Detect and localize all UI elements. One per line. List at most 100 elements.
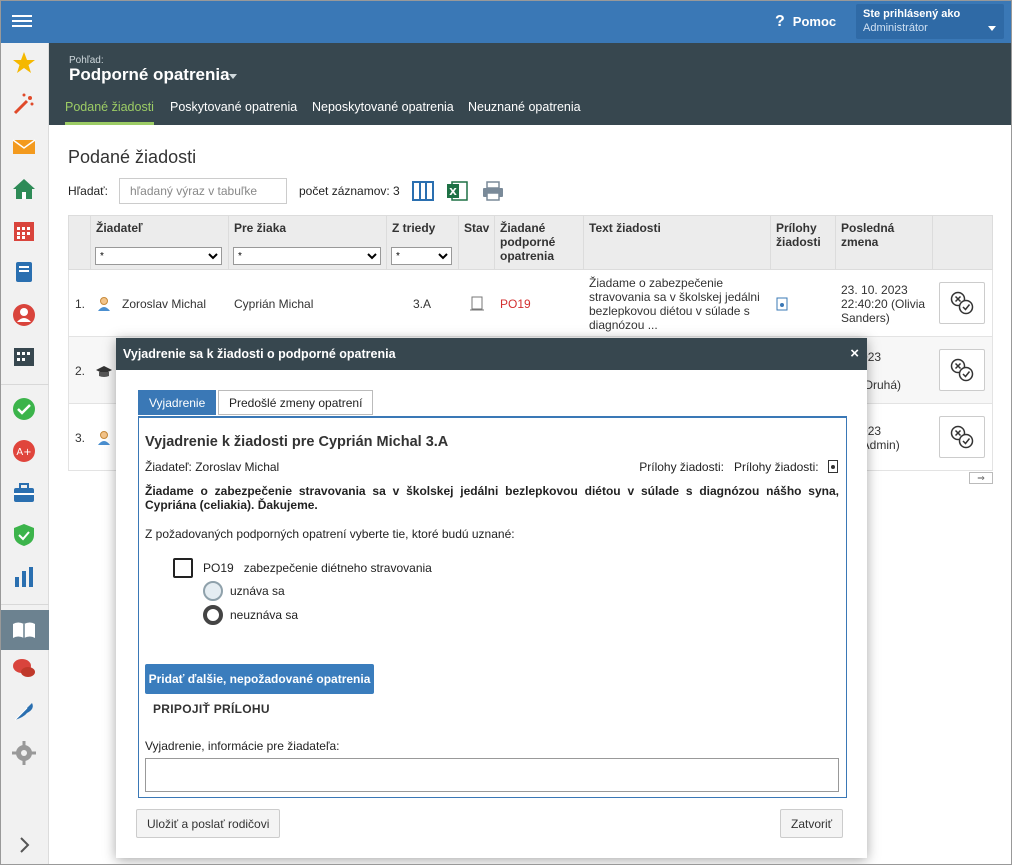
view-selector[interactable]: Podporné opatrenia	[69, 65, 230, 85]
home-icon[interactable]	[12, 177, 36, 201]
gear-icon[interactable]	[12, 741, 36, 765]
col-state: Stav	[459, 216, 495, 271]
tab-neuznane-opatrenia[interactable]: Neuznané opatrenia	[468, 100, 581, 125]
save-send-button[interactable]: Uložiť a poslať rodičovi	[136, 809, 281, 838]
document-icon[interactable]	[469, 270, 485, 337]
response-heading: Vyjadrenie k žiadosti pre Cyprián Michal…	[145, 434, 449, 450]
row-number: 2.	[75, 363, 86, 378]
radio-not-recognized-label: neuznáva sa	[230, 608, 299, 622]
applicant-info: Žiadateľ: Zoroslav Michal	[145, 460, 280, 474]
dialog-header: Vyjadrenie sa k žiadosti o podporné opat…	[116, 338, 867, 370]
notebook-icon[interactable]	[12, 260, 36, 284]
col-student: Pre žiaka *	[229, 216, 387, 271]
grades-icon[interactable]: A+	[12, 439, 36, 463]
col-actions	[933, 216, 994, 271]
reply-label: Vyjadrenie, informácie pre žiadateľa:	[145, 739, 340, 753]
row-number: 3.	[75, 430, 86, 445]
applicant-name: Zoroslav Michal	[122, 296, 207, 311]
star-icon[interactable]	[12, 51, 36, 75]
add-measures-button[interactable]: Pridať ďalšie, nepožadované opatrenia	[145, 664, 374, 694]
chevron-down-icon	[988, 26, 996, 31]
tab-predosle-zmeny[interactable]: Predošlé zmeny opatrení	[218, 390, 374, 415]
chat-icon[interactable]	[12, 657, 36, 681]
svg-text:A+: A+	[16, 447, 31, 458]
col-text: Text žiadosti	[584, 216, 771, 271]
record-count: počet záznamov: 3	[299, 184, 400, 198]
check-icon[interactable]	[12, 397, 36, 421]
menu-icon[interactable]	[12, 12, 32, 30]
row-number: 1.	[75, 296, 86, 311]
magic-wand-icon[interactable]	[12, 92, 36, 116]
col-attachments: Prílohy žiadosti	[771, 216, 836, 271]
page-title: Podané žiadosti	[68, 147, 197, 167]
chevron-down-icon[interactable]	[229, 74, 237, 79]
calendar-icon[interactable]	[12, 219, 36, 243]
decision-button[interactable]	[939, 349, 985, 391]
decision-button[interactable]	[939, 282, 985, 324]
sidebar-divider	[0, 384, 49, 385]
measure-checkbox[interactable]	[173, 558, 193, 578]
mail-icon[interactable]	[12, 135, 36, 159]
help-link[interactable]: ? Pomoc	[775, 13, 836, 31]
top-bar: ? Pomoc Ste prihlásený ako Administrátor	[0, 0, 1012, 43]
tab-poskytovane-opatrenia[interactable]: Poskytované opatrenia	[170, 100, 297, 125]
tab-neposkytovane-opatrenia[interactable]: Neposkytované opatrenia	[312, 100, 454, 125]
svg-text:X: X	[449, 187, 457, 198]
tab-vyjadrenie[interactable]: Vyjadrenie	[138, 390, 217, 415]
instruction-text: Z požadovaných podporných opatrení vyber…	[145, 527, 515, 541]
col-num	[69, 216, 91, 271]
filter-class[interactable]: *	[391, 247, 452, 265]
user-icon[interactable]	[12, 303, 36, 327]
chevron-right-icon[interactable]	[12, 833, 36, 857]
dialog-panel: Vyjadrenie k žiadosti pre Cyprián Michal…	[138, 416, 847, 798]
user-menu[interactable]: Ste prihlásený ako Administrátor	[856, 4, 1004, 39]
attachment-icon[interactable]	[776, 270, 788, 337]
parent-icon	[96, 270, 112, 337]
radio-recognized-label: uznáva sa	[230, 584, 285, 598]
col-requested: Žiadané podporné opatrenia	[495, 216, 584, 271]
student-icon	[95, 337, 113, 404]
search-label: Hľadať:	[68, 184, 109, 198]
open-book-icon[interactable]	[12, 618, 36, 642]
table-header: Žiadateľ * Pre žiaka * Z triedy * Stav Ž…	[68, 215, 994, 271]
sidebar: A+	[0, 43, 49, 865]
last-change: 23. 10. 2023 22:40:20 (Olivia Sanders)	[841, 282, 926, 325]
requested-measure[interactable]: PO19	[500, 270, 531, 337]
shield-icon[interactable]	[12, 523, 36, 547]
parent-icon	[96, 404, 112, 471]
radio-not-recognized[interactable]	[203, 605, 223, 625]
attachments-info: Prílohy žiadosti: Prílohy žiadosti:	[639, 460, 838, 476]
dialog-title: Vyjadrenie sa k žiadosti o podporné opat…	[123, 347, 396, 361]
print-icon[interactable]	[482, 180, 504, 202]
search-input[interactable]	[119, 178, 287, 204]
timetable-icon[interactable]	[12, 344, 36, 368]
view-header: Pohľad: Podporné opatrenia Podané žiados…	[49, 43, 1012, 125]
user-role: Administrátor	[863, 22, 928, 34]
feather-icon[interactable]	[12, 699, 36, 723]
close-icon[interactable]: ×	[850, 346, 859, 361]
decision-button[interactable]	[939, 416, 985, 458]
attach-file-link[interactable]: PRIPOJIŤ PRÍLOHU	[153, 702, 270, 716]
col-class: Z triedy *	[387, 216, 459, 271]
close-button[interactable]: Zatvoriť	[780, 809, 844, 838]
table-row[interactable]: 1. Zoroslav Michal Cyprián Michal 3.A PO…	[68, 270, 993, 337]
excel-export-icon[interactable]: X	[446, 180, 468, 202]
col-last-change: Posledná zmena	[836, 216, 933, 271]
tab-podane-ziadosti[interactable]: Podané žiadosti	[65, 100, 154, 125]
request-text: Žiadame o zabezpečenie stravovania sa v …	[145, 484, 839, 512]
measure-label: PO19 zabezpečenie diétneho stravovania	[203, 561, 432, 575]
attachment-icon[interactable]	[828, 460, 838, 476]
filter-applicant[interactable]: *	[95, 247, 222, 265]
chart-icon[interactable]	[12, 565, 36, 589]
student-name: Cyprián Michal	[234, 296, 314, 311]
request-text: Žiadame o zabezpečenie stravovania sa v …	[589, 275, 760, 332]
class-name: 3.A	[413, 296, 432, 311]
briefcase-icon[interactable]	[12, 481, 36, 505]
scroll-right-button[interactable]: ⇒	[969, 472, 993, 484]
response-dialog: Vyjadrenie sa k žiadosti o podporné opat…	[116, 338, 867, 858]
reply-textarea[interactable]	[145, 758, 839, 792]
filter-student[interactable]: *	[233, 247, 381, 265]
user-label: Ste prihlásený ako	[863, 8, 961, 20]
columns-icon[interactable]	[412, 180, 434, 202]
radio-recognized[interactable]	[203, 581, 223, 601]
